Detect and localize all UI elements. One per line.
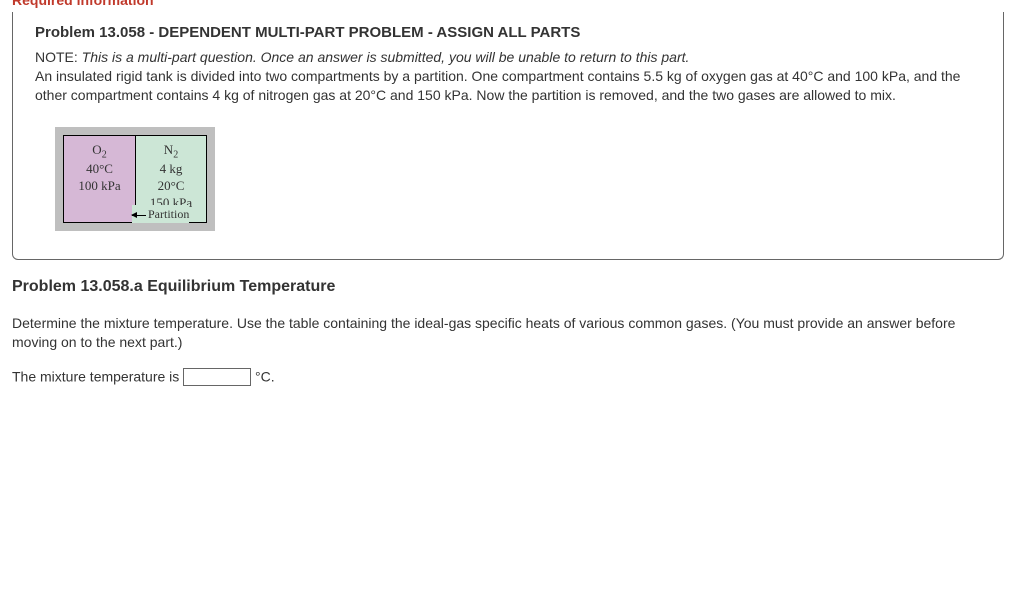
answer-unit: °C.	[251, 368, 275, 384]
compartment-o2: O2 40°C 100 kPa	[63, 135, 135, 223]
answer-line: The mixture temperature is °C.	[12, 368, 1004, 386]
body-text: An insulated rigid tank is divided into …	[35, 67, 981, 105]
note-label: NOTE:	[35, 49, 82, 65]
sub-problem-title: Problem 13.058.a Equilibrium Temperature	[12, 278, 1004, 296]
gas-o2: O2	[64, 142, 135, 162]
diagram: O2 40°C 100 kPa N2 4 kg 20°C 150 kPa Par…	[55, 127, 981, 231]
arrow-left-icon	[132, 215, 146, 216]
pressure-o2: 100 kPa	[64, 178, 135, 195]
note-line: NOTE: This is a multi-part question. Onc…	[35, 49, 981, 65]
compartment-n2: N2 4 kg 20°C 150 kPa Partition	[135, 135, 207, 223]
mass-n2: 4 kg	[136, 161, 206, 178]
question-text: Determine the mixture temperature. Use t…	[12, 314, 1004, 352]
section-header: Required information	[12, 0, 1004, 8]
answer-prefix: The mixture temperature is	[12, 368, 183, 384]
gas-n2: N2	[136, 142, 206, 162]
temp-o2: 40°C	[64, 161, 135, 178]
problem-title: Problem 13.058 - DEPENDENT MULTI-PART PR…	[35, 24, 981, 41]
mixture-temperature-input[interactable]	[183, 368, 251, 386]
partition-label: Partition	[132, 205, 189, 223]
temp-n2: 20°C	[136, 178, 206, 195]
note-italic: This is a multi-part question. Once an a…	[82, 49, 690, 65]
problem-box: Problem 13.058 - DEPENDENT MULTI-PART PR…	[12, 12, 1004, 260]
